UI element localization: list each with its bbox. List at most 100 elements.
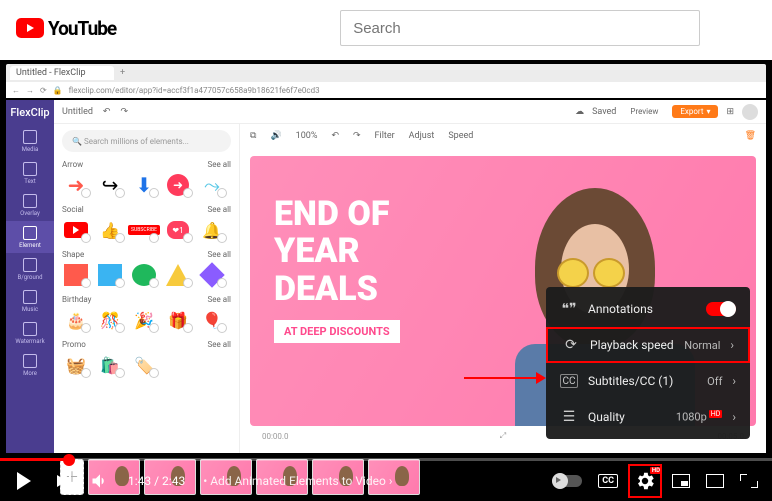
preview-button[interactable]: Preview	[624, 105, 664, 118]
flexclip-logo[interactable]: FlexClip	[6, 100, 54, 125]
sidebar-item-more[interactable]: More	[6, 349, 54, 381]
canvas-toolbar: ⧉ 🔊 100% ↶ ↷ Filter Adjust Speed 🗑	[240, 124, 766, 148]
volume-button[interactable]	[90, 471, 110, 491]
expand-icon[interactable]: ⤢	[500, 431, 506, 441]
element-subscribe-badge[interactable]: SUBSCRIBE	[130, 218, 158, 242]
sidebar-item-watermark[interactable]: Watermark	[6, 317, 54, 349]
element-like-bubble[interactable]: ❤1	[164, 218, 192, 242]
element-arrow-zigzag[interactable]: ⤳	[198, 173, 226, 197]
menu-label: Annotations	[588, 302, 696, 316]
element-cake-icon[interactable]: 🎂	[62, 308, 90, 332]
sidebar-label: Media	[22, 146, 39, 153]
element-square-red[interactable]	[62, 263, 90, 287]
new-tab-button[interactable]: +	[120, 68, 125, 78]
see-all-link[interactable]: See all	[208, 160, 231, 169]
redo-icon[interactable]: ↷	[120, 107, 128, 117]
zoom-level[interactable]: 100%	[296, 131, 318, 141]
settings-button[interactable]: HD	[634, 470, 656, 492]
menu-subtitles[interactable]: CC Subtitles/CC (1) Off ›	[546, 363, 750, 399]
sidebar-label: Overlay	[20, 210, 40, 217]
elements-search[interactable]: 🔍 Search millions of elements...	[62, 130, 231, 152]
export-button[interactable]: Export▾	[672, 105, 718, 118]
section-social: Social See all 👍 SUBSCRIBE ❤1 🔔	[62, 205, 231, 242]
element-youtube-icon[interactable]	[62, 218, 90, 242]
element-basket-icon[interactable]: 🧺	[62, 353, 90, 377]
video-player: Untitled - FlexClip + ← → ⟳ 🔒 flexclip.c…	[0, 60, 772, 501]
menu-playback-speed[interactable]: ⟳ Playback speed Normal ›	[546, 327, 750, 363]
undo-icon[interactable]: ↶	[103, 107, 111, 117]
element-bell-icon[interactable]: 🔔	[198, 218, 226, 242]
element-diamond-purple[interactable]	[198, 263, 226, 287]
doc-name[interactable]: Untitled	[62, 107, 93, 117]
redo2-icon[interactable]: ↷	[353, 131, 361, 141]
element-bag-icon[interactable]: 🛍️	[96, 353, 124, 377]
element-thumbs-up-icon[interactable]: 👍	[96, 218, 124, 242]
sidebar-label: B/ground	[18, 274, 43, 281]
section-title: Social	[62, 205, 84, 214]
element-sale-tag[interactable]: 🏷️	[130, 353, 158, 377]
reload-icon[interactable]: ⟳	[40, 86, 47, 95]
sidebar-label: Music	[22, 306, 38, 313]
back-icon[interactable]: ←	[12, 86, 20, 95]
layers-icon[interactable]: ⧉	[250, 131, 256, 141]
element-party-icon[interactable]: 🎉	[130, 308, 158, 332]
sidebar-item-element[interactable]: Element	[6, 221, 54, 253]
delete-icon[interactable]: 🗑	[745, 131, 756, 141]
saved-status: Saved	[592, 107, 616, 117]
browser-tab-title: Untitled - FlexClip	[16, 68, 86, 78]
promo-line3: DEALS	[274, 269, 378, 309]
cc-button[interactable]: CC	[598, 474, 618, 488]
menu-quality[interactable]: ☰ Quality 1080pHD ›	[546, 399, 750, 435]
element-confetti-icon[interactable]: 🎊	[96, 308, 124, 332]
sidebar-item-text[interactable]: Text	[6, 157, 54, 189]
search-input[interactable]	[340, 10, 700, 46]
autoplay-toggle[interactable]	[552, 475, 582, 487]
theater-button[interactable]	[706, 474, 724, 488]
element-balloon-icon[interactable]: 🎈	[198, 308, 226, 332]
sidebar-item-music[interactable]: Music	[6, 285, 54, 317]
sidebar-item-background[interactable]: B/ground	[6, 253, 54, 285]
cloud-icon: ☁	[575, 107, 584, 117]
menu-annotations[interactable]: ❝❞ Annotations	[546, 291, 750, 327]
sidebar-item-media[interactable]: Media	[6, 125, 54, 157]
avatar[interactable]	[742, 104, 758, 120]
chapter-display[interactable]: • Add Animated Elements to Video ›	[203, 474, 392, 488]
youtube-play-icon	[16, 18, 44, 38]
youtube-logo[interactable]: YouTube	[16, 17, 116, 40]
next-button[interactable]	[52, 471, 72, 491]
play-button[interactable]	[14, 471, 34, 491]
miniplayer-button[interactable]	[672, 474, 690, 488]
adjust-button[interactable]: Adjust	[409, 131, 435, 141]
youtube-header: YouTube	[0, 0, 772, 56]
element-arrow-curve[interactable]: ↪	[96, 173, 124, 197]
sidebar-item-overlay[interactable]: Overlay	[6, 189, 54, 221]
see-all-link[interactable]: See all	[208, 205, 231, 214]
undo2-icon[interactable]: ↶	[331, 131, 339, 141]
toggle-on[interactable]	[706, 302, 736, 316]
element-arrow-right-red[interactable]: ➜	[62, 173, 90, 197]
element-circle-green[interactable]	[130, 263, 158, 287]
settings-menu: ❝❞ Annotations ⟳ Playback speed Normal ›…	[546, 287, 750, 439]
speed-button[interactable]: Speed	[448, 131, 473, 141]
see-all-link[interactable]: See all	[208, 250, 231, 259]
see-all-link[interactable]: See all	[208, 295, 231, 304]
promo-line2: YEAR	[274, 231, 360, 271]
section-arrow: ArrowSee all ➜ ↪ ⬇ ➜ ⤳	[62, 160, 231, 197]
element-gift-icon[interactable]: 🎁	[164, 308, 192, 332]
fullscreen-button[interactable]	[740, 474, 758, 488]
music-icon	[23, 290, 37, 304]
filter-button[interactable]: Filter	[375, 131, 395, 141]
browser-tab[interactable]: Untitled - FlexClip	[10, 66, 114, 80]
url-text[interactable]: flexclip.com/editor/app?id=accf3f1a47705…	[69, 86, 320, 95]
forward-icon[interactable]: →	[26, 86, 34, 95]
see-all-link[interactable]: See all	[208, 340, 231, 349]
volume-icon[interactable]: 🔊	[270, 131, 281, 141]
grid-icon[interactable]: ⊞	[726, 107, 734, 117]
element-arrow-circle[interactable]: ➜	[164, 173, 192, 197]
element-arrow-down-blue[interactable]: ⬇	[130, 173, 158, 197]
element-triangle-yellow[interactable]	[164, 263, 192, 287]
sidebar-label: Text	[24, 178, 35, 185]
overlay-icon	[23, 194, 37, 208]
element-square-blue[interactable]	[96, 263, 124, 287]
sidebar-label: Element	[19, 242, 41, 249]
